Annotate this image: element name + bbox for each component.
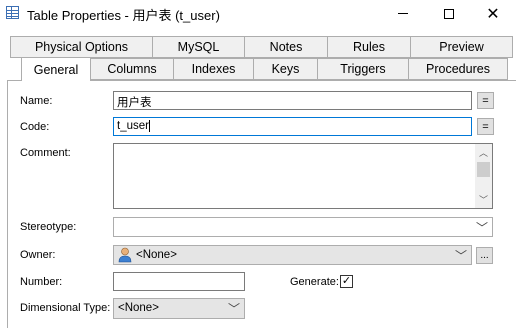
- close-icon: ✕: [486, 5, 500, 23]
- maximize-button[interactable]: [426, 0, 472, 27]
- stereotype-label: Stereotype:: [20, 221, 77, 233]
- number-field[interactable]: [113, 272, 245, 291]
- window-title: Table Properties - 用户表 (t_user): [27, 8, 220, 23]
- tab-physical-options[interactable]: Physical Options: [10, 36, 153, 58]
- comment-label: Comment:: [20, 147, 71, 159]
- generate-checkbox[interactable]: ✓: [340, 275, 353, 288]
- name-value: 用户表: [117, 97, 152, 109]
- comment-scrollbar[interactable]: ︿ ﹀: [475, 144, 492, 208]
- check-icon: ✓: [341, 275, 352, 287]
- maximize-icon: [444, 8, 454, 19]
- code-equals-button[interactable]: =: [477, 118, 494, 135]
- minimize-icon: [398, 13, 408, 14]
- table-icon: [6, 6, 19, 19]
- owner-label: Owner:: [20, 249, 56, 261]
- chevron-down-icon: ﹀: [454, 249, 467, 263]
- tab-procedures[interactable]: Procedures: [408, 58, 508, 80]
- owner-browse-button[interactable]: ...: [476, 247, 493, 264]
- name-field[interactable]: 用户表: [113, 91, 472, 110]
- code-field[interactable]: t_user: [113, 117, 472, 136]
- tab-keys[interactable]: Keys: [253, 58, 318, 80]
- user-icon: [118, 247, 132, 263]
- generate-label: Generate:: [290, 276, 339, 288]
- tab-mysql[interactable]: MySQL: [152, 36, 245, 58]
- name-label: Name:: [20, 95, 53, 107]
- dimensional-type-combo[interactable]: <None> ﹀: [113, 298, 245, 319]
- dimensional-type-label: Dimensional Type:: [20, 302, 111, 314]
- scroll-thumb[interactable]: [477, 162, 490, 177]
- owner-value: <None>: [136, 249, 177, 261]
- title-bar: Table Properties - 用户表 (t_user) ✕: [0, 0, 516, 27]
- tab-indexes[interactable]: Indexes: [173, 58, 254, 80]
- comment-textarea[interactable]: ︿ ﹀: [113, 143, 493, 209]
- tab-rules[interactable]: Rules: [327, 36, 411, 58]
- owner-combo[interactable]: <None> ﹀: [113, 245, 472, 265]
- scroll-down-icon[interactable]: ﹀: [475, 191, 492, 208]
- chevron-down-icon: ﹀: [475, 221, 488, 235]
- tab-triggers[interactable]: Triggers: [317, 58, 409, 80]
- dimensional-type-value: <None>: [118, 302, 159, 314]
- text-caret: [148, 120, 150, 132]
- close-button[interactable]: ✕: [470, 0, 516, 27]
- scroll-up-icon[interactable]: ︿: [475, 144, 492, 161]
- code-label: Code:: [20, 121, 50, 133]
- tab-preview[interactable]: Preview: [410, 36, 513, 58]
- chevron-down-icon: ﹀: [227, 302, 240, 316]
- number-label: Number:: [20, 276, 63, 288]
- code-value: t_user: [117, 120, 149, 133]
- tab-columns[interactable]: Columns: [90, 58, 174, 80]
- tab-notes[interactable]: Notes: [244, 36, 328, 58]
- tab-general[interactable]: General: [21, 57, 91, 81]
- name-equals-button[interactable]: =: [477, 92, 494, 109]
- stereotype-combo[interactable]: ﹀: [113, 217, 493, 237]
- minimize-button[interactable]: [380, 0, 426, 27]
